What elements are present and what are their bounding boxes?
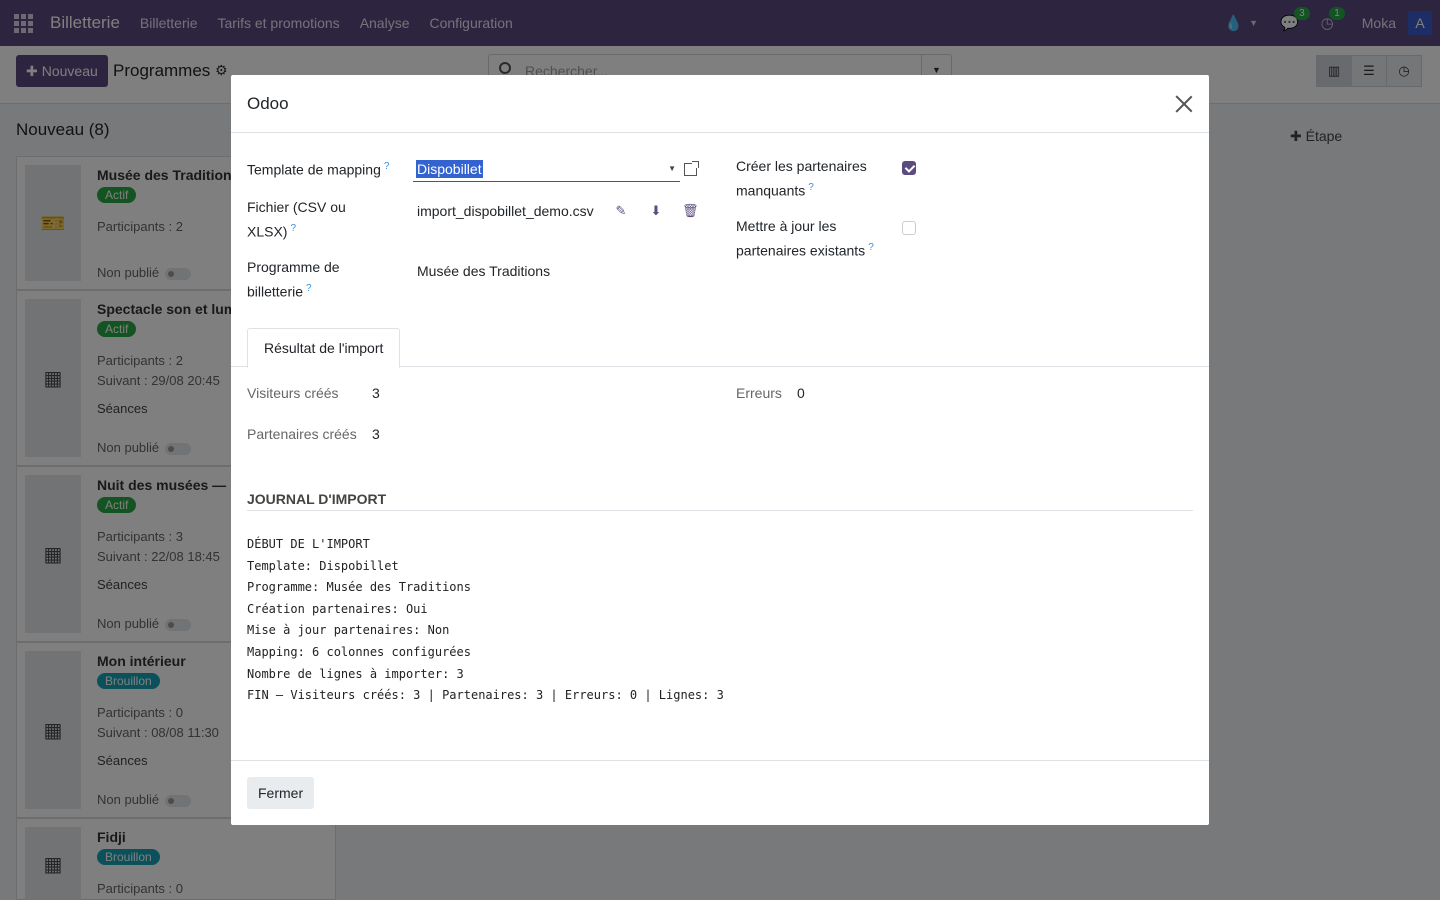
create-partners-checkbox[interactable] [902,161,916,175]
close-button[interactable]: Fermer [247,777,315,809]
trash-icon[interactable]: 🗑 [682,203,699,218]
template-field[interactable]: Dispobillet ▼ [413,158,680,182]
log-line: FIN — Visiteurs créés: 3 | Partenaires: … [247,688,724,703]
external-link-icon[interactable] [684,161,699,176]
partners-created-value: 3 [372,426,380,442]
log-line: Création partenaires: Oui [247,601,428,616]
import-log: DÉBUT DE L'IMPORT Template: Dispobillet Pr… [247,534,724,707]
create-partners-label: Créer les partenaires manquants? [736,158,867,199]
modal-header: Odoo [231,75,1209,133]
errors-value: 0 [797,385,805,401]
program-label: Programme de billetterie? [247,259,340,300]
close-icon[interactable] [1175,95,1193,113]
errors-label: Erreurs [736,385,782,401]
log-line: Mapping: 6 colonnes configurées [247,644,471,659]
modal-title: Odoo [247,94,289,113]
help-icon[interactable]: ? [868,242,874,253]
template-label: Template de mapping? [247,161,390,178]
download-icon[interactable]: ⬇ [649,203,663,218]
log-line: Nombre de lignes à importer: 3 [247,666,464,681]
tab-import-result[interactable]: Résultat de l'import [247,328,401,368]
chevron-down-icon[interactable]: ▼ [668,164,676,173]
file-name: import_dispobillet_demo.csv [417,203,594,219]
update-partners-label: Mettre à jour les partenaires existants? [736,218,874,259]
template-value: Dispobillet [416,160,483,178]
visitors-created-label: Visiteurs créés [247,385,339,401]
help-icon[interactable]: ? [306,283,312,294]
update-partners-checkbox[interactable] [902,221,916,235]
import-dialog: Odoo Template de mapping? Dispobillet ▼ … [231,75,1209,825]
help-icon[interactable]: ? [290,223,296,234]
log-line: Template: Dispobillet [247,558,399,573]
pencil-icon[interactable]: ✎ [614,203,628,218]
program-value[interactable]: Musée des Traditions [417,263,550,279]
log-line: DÉBUT DE L'IMPORT [247,537,370,551]
log-line: Mise à jour partenaires: Non [247,623,450,638]
modal-footer: Fermer [231,760,1209,825]
log-section-title: JOURNAL D'IMPORT [247,491,1193,511]
visitors-created-value: 3 [372,385,380,401]
notebook-tabs: Résultat de l'import [231,328,1209,368]
file-label: Fichier (CSV ou XLSX)? [247,199,346,240]
help-icon[interactable]: ? [808,182,814,193]
log-line: Programme: Musée des Traditions [247,580,471,595]
partners-created-label: Partenaires créés [247,426,357,442]
help-icon[interactable]: ? [384,161,390,172]
